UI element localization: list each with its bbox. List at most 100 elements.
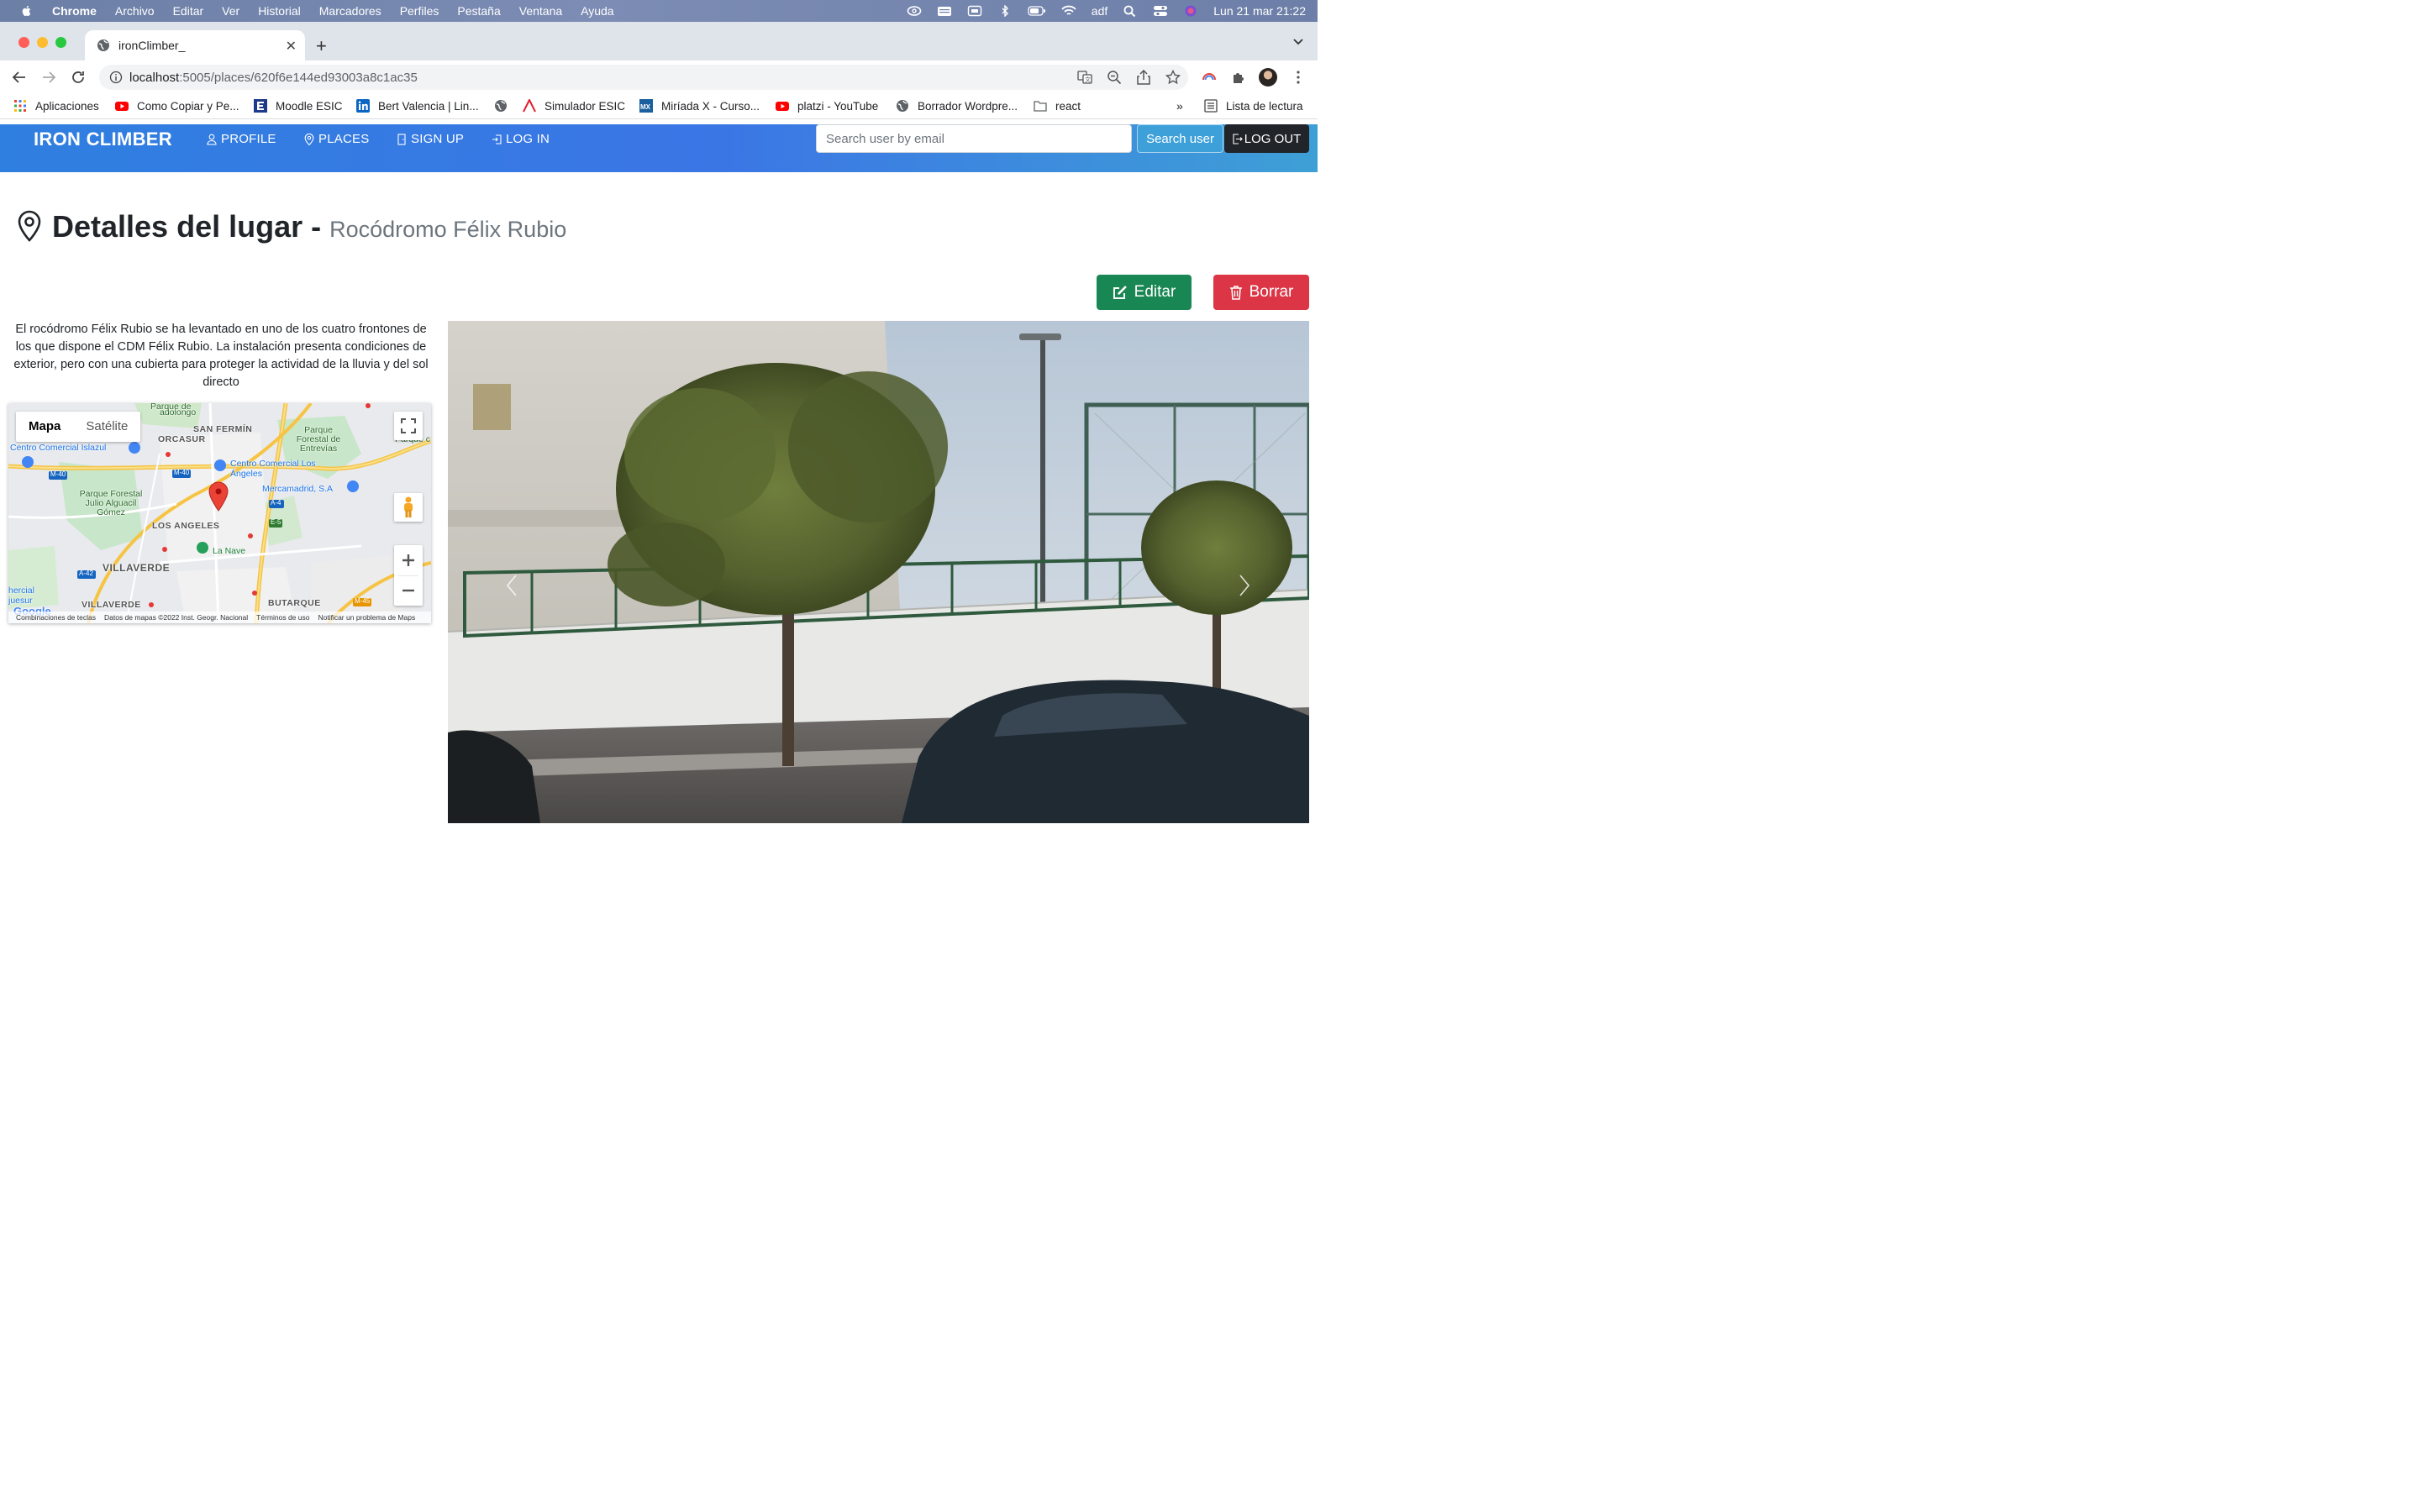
zoom-out-button[interactable] [402,576,415,606]
wifi-icon[interactable] [1061,5,1076,17]
keyboard-shortcuts-link[interactable]: Combinaciones de teclas [16,613,96,622]
forward-arrow-icon[interactable] [41,70,56,85]
bookmark-platzi[interactable]: platzi - YouTube [776,99,878,113]
map-label: Centro Comercial Los Ángeles [230,459,316,479]
menu-perfiles[interactable]: Perfiles [400,4,439,18]
close-tab-icon[interactable]: ✕ [286,38,297,55]
edit-icon [1113,286,1127,299]
window-controls [18,37,66,48]
zoom-in-button[interactable] [402,546,415,575]
map-label: Centro Comercial Islazul [10,443,107,453]
menu-pestana[interactable]: Pestaña [457,4,500,18]
share-icon[interactable] [1136,70,1151,85]
page-title: Detalles del lugar - [52,209,322,244]
terms-of-use-link[interactable]: Términos de uso [256,613,309,622]
bookmark-folder-react[interactable]: react [1034,99,1081,113]
more-options-icon[interactable] [1291,70,1306,85]
minus-icon [402,589,414,592]
menu-historial[interactable]: Historial [258,4,301,18]
search-user-button[interactable]: Search user [1137,124,1223,153]
menu-ayuda[interactable]: Ayuda [581,4,613,18]
reload-icon[interactable] [71,70,86,85]
menu-editar[interactable]: Editar [173,4,204,18]
road-shield-label: M-40 [174,469,190,476]
carousel-next-icon[interactable] [1236,573,1253,598]
map-label: ORCASUR [158,434,206,444]
close-window-button[interactable] [18,37,29,48]
site-info-icon[interactable] [109,71,123,84]
address-bar[interactable]: localhost:5005/places/620f6e144ed93003a8… [99,65,1188,90]
new-tab-icon[interactable]: + [316,35,327,57]
edit-label: Editar [1134,283,1176,301]
reading-list-icon [1204,99,1218,113]
siri-icon[interactable] [1183,5,1198,17]
tab-search-chevron-icon[interactable] [1292,37,1304,45]
report-map-problem-link[interactable]: Notificar un problema de Maps [318,613,415,622]
translate-icon[interactable]: 文 [1077,70,1092,85]
esic-icon [523,99,536,113]
google-map[interactable]: SAN FERMÍN ORCASUR LOS ANGELES VILLAVERD… [8,403,431,623]
bookmark-borrador-wordpress[interactable]: Borrador Wordpre... [896,99,1018,113]
creative-cloud-icon[interactable] [907,5,922,17]
map-label: Parque de [150,403,192,412]
map-type-satellite-button[interactable]: Satélite [73,412,140,442]
photo-carousel[interactable] [448,321,1309,823]
bookmark-moodle-esic[interactable]: Moodle ESIC [254,99,343,113]
miriadax-icon: MX [639,99,653,113]
bookmark-como-copiar[interactable]: Como Copiar y Pe... [115,99,239,113]
reading-list-button[interactable]: Lista de lectura [1204,99,1303,113]
bookmark-miriada-x[interactable]: MX Miríada X - Curso... [639,99,760,113]
rainbow-extension-icon[interactable] [1202,70,1217,85]
place-name: Rocódromo Félix Rubio [329,217,567,242]
display-icon[interactable] [967,5,982,17]
bookmark-star-icon[interactable] [1165,70,1181,85]
maximize-window-button[interactable] [55,37,66,48]
search-user-input[interactable] [816,124,1132,153]
menu-archivo[interactable]: Archivo [115,4,155,18]
menu-user-name[interactable]: adf [1092,4,1107,18]
zoom-control [394,545,423,606]
map-type-map-button[interactable]: Mapa [16,412,73,442]
map-type-control: Mapa Satélite [16,412,141,442]
zoom-out-icon[interactable] [1107,70,1122,85]
bookmark-label: Borrador Wordpre... [918,99,1018,113]
back-arrow-icon[interactable] [12,70,27,85]
profile-avatar[interactable] [1259,68,1277,87]
nav-link-profile[interactable]: PROFILE [207,132,276,146]
carousel-prev-icon[interactable] [503,573,520,598]
bookmark-aplicaciones[interactable]: Aplicaciones [13,99,99,113]
map-label: Mercamadrid, S.A [262,484,334,494]
logout-button[interactable]: LOG OUT [1224,124,1309,153]
minimize-window-button[interactable] [37,37,48,48]
brand-logo-text[interactable]: IRON CLIMBER [34,129,172,150]
map-label: Parque Forestal de Entrevías [296,425,341,454]
more-bookmarks-button[interactable]: » [1176,99,1183,113]
bookmark-globe[interactable] [494,99,516,113]
battery-icon[interactable] [1028,5,1046,17]
bookmark-linkedin[interactable]: Bert Valencia | Lin... [356,99,479,113]
apple-icon[interactable] [18,4,35,18]
fullscreen-button[interactable] [394,412,423,440]
delete-button[interactable]: Borrar [1213,275,1309,310]
edit-button[interactable]: Editar [1097,275,1192,310]
menu-app-name[interactable]: Chrome [52,4,97,18]
control-center-icon[interactable] [1153,5,1168,17]
browser-tab-active[interactable]: ironClimber_ ✕ [85,30,305,60]
fullscreen-icon [401,418,416,433]
street-view-pegman-button[interactable] [394,493,423,522]
nav-link-signup[interactable]: SIGN UP [397,132,464,146]
menu-marcadores[interactable]: Marcadores [319,4,381,18]
nav-link-places[interactable]: PLACES [304,132,369,146]
spotlight-search-icon[interactable] [1123,5,1138,17]
menu-ver[interactable]: Ver [222,4,239,18]
keyboard-icon[interactable] [937,5,952,17]
bluetooth-icon[interactable] [997,5,1013,17]
bookmark-simulador-esic[interactable]: Simulador ESIC [523,99,625,113]
nav-link-login[interactable]: LOG IN [492,132,550,146]
menu-clock[interactable]: Lun 21 mar 21:22 [1213,4,1306,18]
nav-link-label: PLACES [318,132,370,146]
svg-text:文: 文 [1085,76,1091,83]
nav-link-label: PROFILE [221,132,276,146]
extensions-puzzle-icon[interactable] [1231,70,1246,85]
menu-ventana[interactable]: Ventana [519,4,562,18]
